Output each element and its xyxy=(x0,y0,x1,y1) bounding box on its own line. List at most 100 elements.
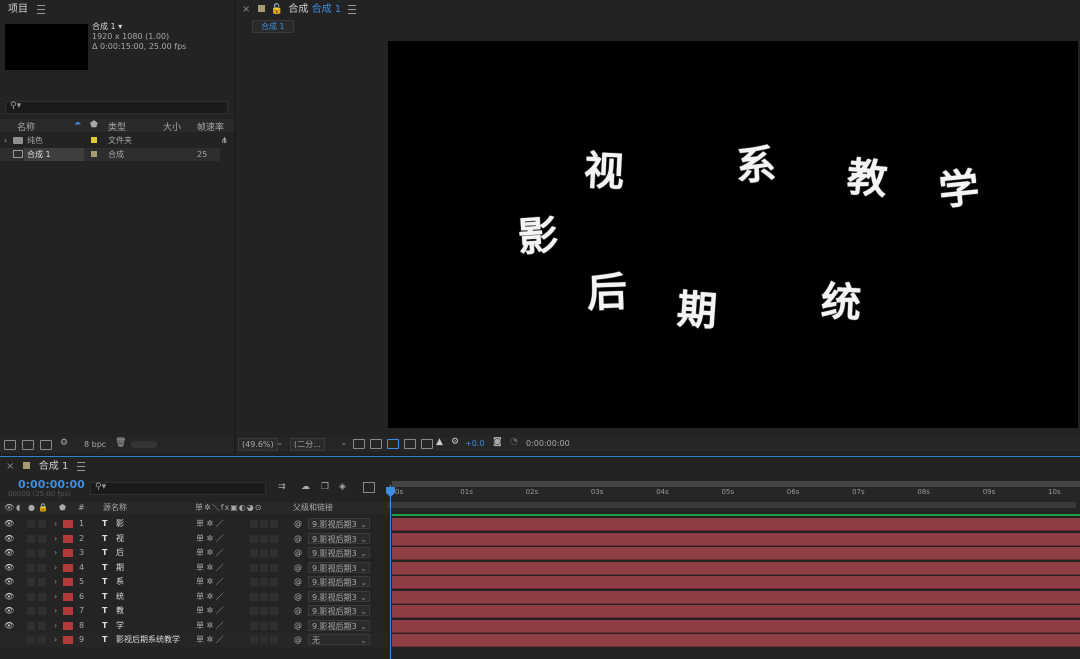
trash-icon[interactable]: 🗑 xyxy=(115,438,126,448)
switch-box[interactable] xyxy=(270,563,278,572)
parent-dropdown[interactable]: 9.影视后期3 ⌄ xyxy=(308,518,370,529)
interpret-footage-icon[interactable] xyxy=(4,440,16,450)
parent-dropdown[interactable]: 9.影视后期3 ⌄ xyxy=(308,619,370,631)
text-glyph[interactable]: 教 xyxy=(845,154,889,203)
project-search-input[interactable]: ⚲▾ xyxy=(5,101,228,114)
parent-dropdown[interactable]: 无 ⌄ xyxy=(308,634,370,645)
comp-flowchart-icon[interactable]: ⇉ xyxy=(278,482,286,492)
close-icon[interactable]: × xyxy=(242,4,250,15)
layer-name[interactable]: 影 xyxy=(116,517,124,531)
solo-icon[interactable]: ● xyxy=(28,502,35,514)
layer-duration-bar[interactable] xyxy=(392,547,1080,560)
parent-dropdown[interactable]: 9.影视后期3 ⌄ xyxy=(308,605,370,616)
switch-box[interactable] xyxy=(260,549,268,557)
audio-icon[interactable]: ◖ xyxy=(16,502,20,514)
switch-box[interactable] xyxy=(250,534,258,543)
zoom-dropdown[interactable]: (49.6%) xyxy=(238,438,278,451)
layer-name[interactable]: 统 xyxy=(116,590,124,604)
text-glyph[interactable]: 系 xyxy=(735,142,777,190)
pick-whip-icon[interactable]: @ xyxy=(294,590,302,604)
switch-box[interactable] xyxy=(250,607,258,615)
eye-icon[interactable]: 👁 xyxy=(4,575,14,589)
composition-canvas[interactable]: 影 视 后 期 系 统 教 学 xyxy=(388,41,1078,428)
parent-dropdown[interactable]: 9.影视后期3 ⌄ xyxy=(308,532,370,544)
switch-box[interactable] xyxy=(270,549,278,557)
eye-icon[interactable]: 👁 xyxy=(4,546,14,560)
layer-switches-icon[interactable]: 单 ✲ ／ xyxy=(196,633,224,647)
fast-preview-icon[interactable] xyxy=(353,439,365,449)
project-settings-icon[interactable]: ⚙ xyxy=(60,438,68,448)
project-row[interactable]: › 纯色 文件夹 ⋔ xyxy=(0,134,234,147)
pick-whip-icon[interactable]: @ xyxy=(294,575,302,589)
viewer-timecode[interactable]: 0:00:00:00 xyxy=(526,439,570,448)
lock-toggle[interactable] xyxy=(38,578,46,586)
layer-name[interactable]: 后 xyxy=(116,546,124,560)
pick-whip-icon[interactable]: @ xyxy=(294,633,302,647)
solo-toggle[interactable] xyxy=(27,549,35,557)
layer-name[interactable]: 教 xyxy=(116,604,124,618)
expand-arrow-icon[interactable]: › xyxy=(54,517,57,531)
eye-icon[interactable]: 👁 xyxy=(4,517,14,531)
viewer-sub-tab[interactable]: 合成 1 xyxy=(252,20,294,33)
text-glyph[interactable]: 统 xyxy=(820,279,862,327)
label-color[interactable] xyxy=(63,520,73,528)
layer-name[interactable]: 视 xyxy=(116,532,124,546)
column-name[interactable]: 名称 xyxy=(17,120,35,133)
eye-icon[interactable]: 👁 xyxy=(4,619,14,633)
switch-box[interactable] xyxy=(260,520,268,528)
switch-box[interactable] xyxy=(250,563,258,572)
work-area-bar[interactable] xyxy=(392,481,1080,487)
exposure-value[interactable]: +0.0 xyxy=(465,439,484,448)
expand-arrow-icon[interactable]: › xyxy=(54,604,57,618)
show-snapshot-icon[interactable]: ◔ xyxy=(510,437,518,447)
expand-arrow-icon[interactable]: › xyxy=(54,575,57,589)
switch-box[interactable] xyxy=(250,549,258,557)
column-size[interactable]: 大小 xyxy=(163,120,181,133)
switch-box[interactable] xyxy=(270,636,278,644)
switch-box[interactable] xyxy=(270,520,278,528)
panel-menu-icon[interactable] xyxy=(37,4,46,14)
layer-name[interactable]: 系 xyxy=(116,575,124,589)
flowchart-icon[interactable]: ⋔ xyxy=(221,134,228,147)
layer-duration-bar[interactable] xyxy=(392,605,1080,618)
layer-switches-icon[interactable]: 单 ✲ ／ xyxy=(196,604,224,618)
parent-dropdown[interactable]: 9.影视后期3 ⌄ xyxy=(308,576,370,587)
layer-switches-icon[interactable]: 单 ✲ ／ xyxy=(196,546,224,560)
switch-box[interactable] xyxy=(260,607,268,615)
new-folder-icon[interactable] xyxy=(22,440,34,450)
panel-menu-icon[interactable] xyxy=(348,4,357,14)
layer-duration-bar[interactable] xyxy=(392,532,1080,546)
layer-switches-icon[interactable]: 单 ✲ ／ xyxy=(196,561,224,575)
parent-dropdown[interactable]: 9.影视后期3 ⌄ xyxy=(308,561,370,573)
solo-toggle[interactable] xyxy=(27,520,35,528)
time-ruler[interactable]: 0s 01s 02s 03s 04s 05s 06s 07s 08s 09s 10s xyxy=(388,481,1080,513)
layer-duration-bar[interactable] xyxy=(392,590,1080,604)
parent-dropdown[interactable]: 9.影视后期3 ⌄ xyxy=(308,590,370,602)
switch-box[interactable] xyxy=(270,592,278,601)
switch-box[interactable] xyxy=(270,607,278,615)
solo-toggle[interactable] xyxy=(27,563,35,572)
layer-switches-icon[interactable]: 单 ✲ ／ xyxy=(196,590,224,604)
label-color[interactable] xyxy=(63,549,73,557)
expand-arrow-icon[interactable]: › xyxy=(54,633,57,647)
column-parent[interactable]: 父级和链接 xyxy=(293,502,333,514)
eye-icon[interactable]: 👁 xyxy=(4,502,14,514)
solo-toggle[interactable] xyxy=(27,607,35,615)
column-fps[interactable]: 帧速率 xyxy=(197,120,224,133)
expand-arrow-icon[interactable]: › xyxy=(54,590,57,604)
pick-whip-icon[interactable]: @ xyxy=(294,532,302,546)
close-icon[interactable]: × xyxy=(6,461,14,472)
timeline-tab[interactable]: × 合成 1 xyxy=(6,458,85,475)
switch-box[interactable] xyxy=(250,520,258,528)
layer-row[interactable]: 👁 › 1 T 影 单 ✲ ／ @9.影视后期3 ⌄ xyxy=(0,517,388,531)
layer-row[interactable]: 👁 › 6 T 统 单 ✲ ／ @9.影视后期3 ⌄ xyxy=(0,589,388,604)
layer-row[interactable]: › 9 T 影视后期系统教学单 ✲ ／ @ 无 ⌄ xyxy=(0,633,388,647)
pick-whip-icon[interactable]: @ xyxy=(294,561,302,575)
text-glyph[interactable]: 视 xyxy=(583,148,625,196)
pick-whip-icon[interactable]: @ xyxy=(294,517,302,531)
eye-icon[interactable]: 👁 xyxy=(4,590,14,604)
playhead[interactable] xyxy=(390,485,391,659)
label-color[interactable] xyxy=(91,151,97,157)
thumbnail-slider[interactable] xyxy=(131,441,157,448)
lock-toggle[interactable] xyxy=(38,563,46,572)
